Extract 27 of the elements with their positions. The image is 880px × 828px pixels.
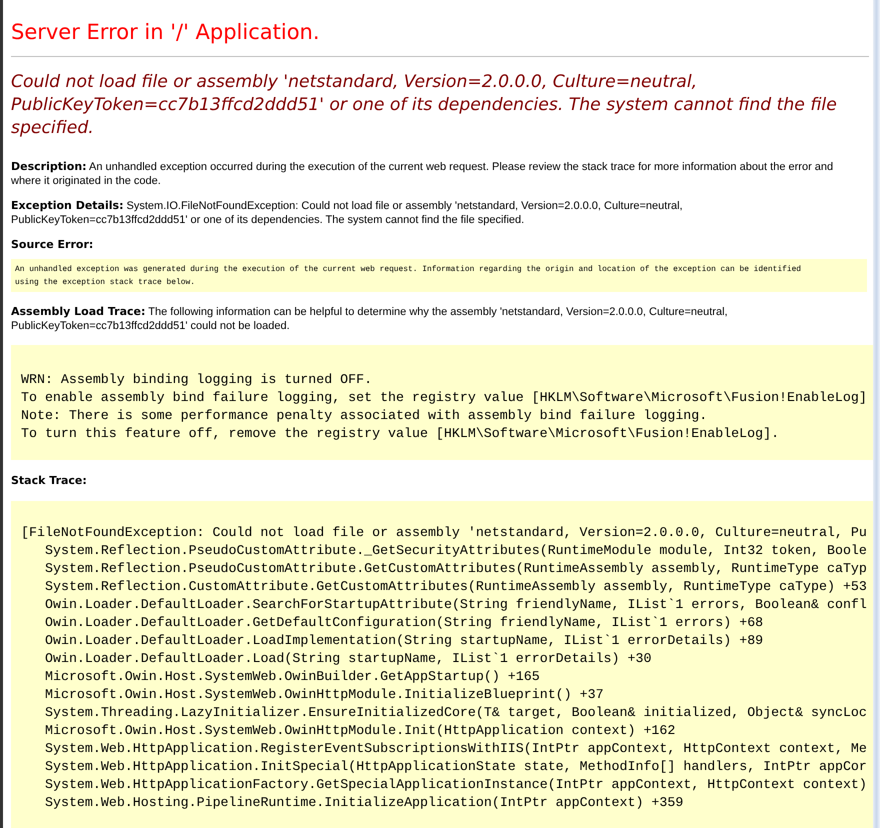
stack-frame: Owin.Loader.DefaultLoader.Load(String startupName, IList`1 errorDetails) +30 <box>21 650 873 668</box>
exception-line: [FileNotFoundException: Could not load file or assembly 'netstandard, Version=2.0.0.0, Culture=neutral, Pu <box>21 524 868 542</box>
section-heading: Source Error: <box>11 238 94 251</box>
description-text: Description: An unhandled exception occurred during the execution of the current web request. Please review the stack trace for more information about the error and where it originated in the code. <box>11 160 834 188</box>
log-line: To turn this feature off, remove the registry value [HKLM\Software\Microsoft\Fusion!EnableLog]. <box>21 425 780 443</box>
assembly-load-trace-text: Assembly Load Trace: The following information can be helpful to determine why the assembly 'netstandard, Version=2.0.0.0, Culture=neutral, PublicKeyToken=cc7b13ffcd2ddd51' could not be loaded. <box>11 305 729 333</box>
log-line: Note: There is some performance penalty associated with assembly bind failure logging. <box>21 407 708 425</box>
stack-frame: System.Web.Hosting.PipelineRuntime.InitializeApplication(IntPtr appContext) +359 <box>21 794 873 812</box>
stack-frame: System.Reflection.PseudoCustomAttribute.GetCustomAttributes(RuntimeAssembly assembly, RuntimeType caTyp <box>21 560 873 578</box>
stack-frame: Owin.Loader.DefaultLoader.GetDefaultConfiguration(String friendlyName, IList`1 errors) +68 <box>21 614 873 632</box>
stack-frame: Microsoft.Owin.Host.SystemWeb.OwinHttpModule.InitializeBlueprint() +37 <box>21 686 873 704</box>
error-message: Could not load file or assembly 'netstandard, Version=2.0.0.0, Culture=neutral, PublicKeyToken=cc7b13ffcd2ddd51' or one of its dependencies. The system cannot find the file specified. <box>11 71 838 140</box>
stack-frame: System.Reflection.CustomAttribute.GetCustomAttributes(RuntimeAssembly assembly, RuntimeType caType) +53 <box>21 578 873 596</box>
log-line: To enable assembly bind failure logging, set the registry value [HKLM\Software\Microsoft\Fusion!EnableLog] <box>21 389 868 407</box>
stack-frame: System.Web.HttpApplication.InitSpecial(HttpApplicationState state, MethodInfo[] handlers, IntPtr appCor <box>21 758 873 776</box>
stack-frame: System.Threading.LazyInitializer.EnsureInitializedCore(T& target, Boolean& initialized, Object& syncLoc <box>21 704 873 722</box>
stack-frame: Microsoft.Owin.Host.SystemWeb.OwinBuilder.GetAppStartup() +165 <box>21 668 873 686</box>
stack-frame: System.Web.HttpApplicationFactory.GetSpecialApplicationInstance(IntPtr appContext, HttpContext context) <box>21 776 873 794</box>
stack-frame: System.Web.HttpApplication.RegisterEventSubscriptionsWithIIS(IntPtr appContext, HttpContext context, Me <box>21 740 873 758</box>
exception-details-text: Exception Details: System.IO.FileNotFoundException: Could not load file or assembly 'netstandard, Version=2.0.0.0, Culture=neutral, PublicKeyToken=cc7b13ffcd2ddd51' or one of its dependencies. The system cannot find the file specified. <box>11 199 684 227</box>
page-title: Server Error in '/' Application. <box>11 20 869 57</box>
stack-frame: Microsoft.Owin.Host.SystemWeb.OwinHttpModule.Init(HttpApplication context) +162 <box>21 722 873 740</box>
section-heading: Stack Trace: <box>11 474 88 487</box>
stack-frame: System.Reflection.PseudoCustomAttribute._GetSecurityAttributes(RuntimeModule module, Int32 token, Boole <box>21 542 873 560</box>
stack-frame: Owin.Loader.DefaultLoader.LoadImplementation(String startupName, IList`1 errorDetails) +89 <box>21 632 873 650</box>
log-line: WRN: Assembly binding logging is turned OFF. <box>21 371 374 389</box>
stack-frame: Owin.Loader.DefaultLoader.SearchForStartupAttribute(String friendlyName, IList`1 errors, Boolean& confl <box>21 596 873 614</box>
